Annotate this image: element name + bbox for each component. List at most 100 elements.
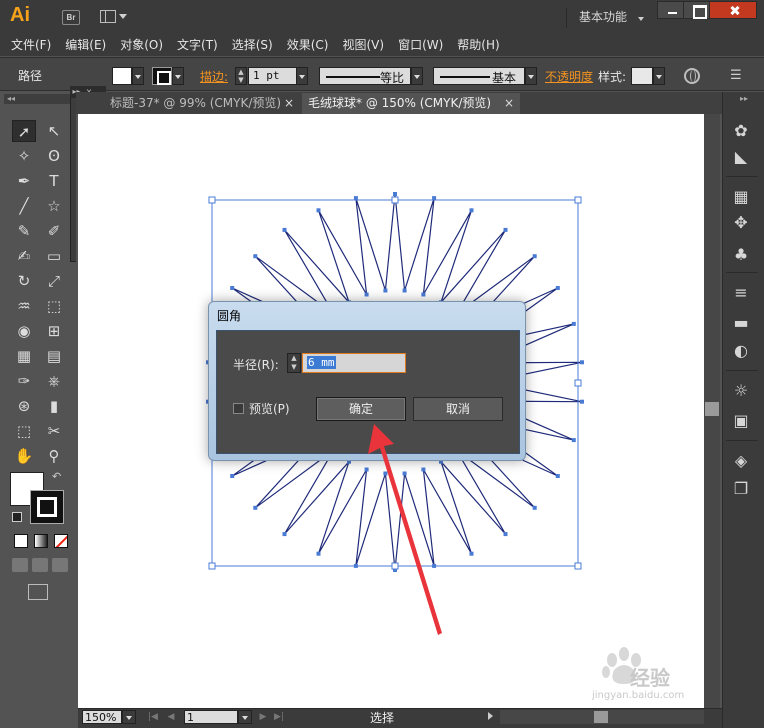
fill-dropdown[interactable] bbox=[132, 67, 144, 85]
next-artboard-icon[interactable]: ▶ bbox=[256, 710, 270, 724]
brush-dropdown[interactable] bbox=[525, 67, 537, 85]
stroke-color-box[interactable] bbox=[30, 490, 64, 524]
previous-artboard-icon[interactable]: ◀ bbox=[164, 710, 178, 724]
menu-edit[interactable]: 编辑(E) bbox=[58, 34, 113, 56]
eraser-icon[interactable]: ▭ bbox=[42, 245, 66, 267]
draw-normal-icon[interactable] bbox=[12, 558, 28, 572]
blob-brush-icon[interactable]: ✍ bbox=[12, 245, 36, 267]
shape-builder-icon[interactable]: ◉ bbox=[12, 320, 36, 342]
rotate-icon[interactable]: ↻ bbox=[12, 270, 36, 292]
radius-field[interactable]: 6 mm bbox=[302, 353, 406, 373]
tab-document-pompom[interactable]: 毛绒球球* @ 150% (CMYK/预览) × bbox=[302, 93, 520, 114]
brushes-icon[interactable]: ✥ bbox=[728, 212, 754, 234]
selection-icon[interactable]: ➚ bbox=[12, 120, 36, 142]
dock-collapse-icon[interactable]: ▸▸ bbox=[740, 94, 748, 103]
scale-icon[interactable]: ⤢ bbox=[42, 270, 66, 292]
zoom-level-field[interactable]: 150% bbox=[82, 710, 122, 724]
stroke-color-swatch[interactable] bbox=[152, 67, 172, 85]
warp-icon[interactable]: ♒ bbox=[12, 295, 36, 317]
pencil-icon[interactable]: ✐ bbox=[42, 220, 66, 242]
preview-label[interactable]: 预览(P) bbox=[249, 400, 290, 417]
cancel-button[interactable]: 取消 bbox=[413, 397, 503, 421]
stroke-icon[interactable]: ≡ bbox=[728, 282, 754, 304]
pen-icon[interactable]: ✒ bbox=[12, 170, 36, 192]
graphic-styles-icon[interactable]: ▣ bbox=[728, 410, 754, 432]
symbols-icon[interactable]: ♣ bbox=[728, 244, 754, 266]
brush-definition[interactable]: 基本 bbox=[433, 67, 525, 85]
graphic-style-dropdown[interactable] bbox=[653, 67, 665, 85]
menu-help[interactable]: 帮助(H) bbox=[450, 34, 506, 56]
menu-object[interactable]: 对象(O) bbox=[113, 34, 170, 56]
menu-type[interactable]: 文字(T) bbox=[170, 34, 225, 56]
current-tool-status[interactable]: 选择 bbox=[370, 709, 394, 727]
arrange-documents-button[interactable] bbox=[100, 10, 128, 25]
workspace-switcher[interactable]: 基本功能 bbox=[566, 8, 650, 28]
direct-selection-icon[interactable]: ↖ bbox=[42, 120, 66, 142]
eyedropper-icon[interactable]: ✑ bbox=[12, 370, 36, 392]
appearance-icon[interactable]: ☼ bbox=[728, 380, 754, 402]
close-window-button[interactable] bbox=[709, 1, 757, 19]
blend-icon[interactable]: ⎈ bbox=[42, 370, 66, 392]
stroke-color-dropdown[interactable] bbox=[172, 67, 184, 85]
swatches-icon[interactable]: ▦ bbox=[728, 186, 754, 208]
color-mode-button[interactable] bbox=[14, 534, 28, 548]
menu-view[interactable]: 视图(V) bbox=[335, 34, 391, 56]
artboard-dropdown[interactable] bbox=[238, 710, 252, 724]
artboards-icon[interactable]: ❐ bbox=[728, 478, 754, 500]
none-mode-button[interactable] bbox=[54, 534, 68, 548]
transparency-icon[interactable]: ◐ bbox=[728, 340, 754, 362]
type-icon[interactable]: T bbox=[42, 170, 66, 192]
mesh-icon[interactable]: ▦ bbox=[12, 345, 36, 367]
preview-checkbox[interactable] bbox=[233, 403, 244, 414]
free-transform-icon[interactable]: ⬚ bbox=[42, 295, 66, 317]
lasso-icon[interactable]: ʘ bbox=[42, 145, 66, 167]
last-artboard-icon[interactable]: ▶| bbox=[272, 710, 286, 724]
tab-document-37[interactable]: 标题-37* @ 99% (CMYK/预览) × bbox=[104, 93, 300, 114]
gradient-icon[interactable]: ▤ bbox=[42, 345, 66, 367]
recolor-artwork-icon[interactable] bbox=[684, 68, 700, 84]
graphic-style-swatch[interactable] bbox=[631, 67, 653, 85]
radius-stepper[interactable]: ▲ ▼ bbox=[287, 353, 301, 373]
perspective-icon[interactable]: ⊞ bbox=[42, 320, 66, 342]
stroke-panel-link[interactable]: 描边: bbox=[200, 68, 228, 85]
variable-width-dropdown[interactable] bbox=[411, 67, 423, 85]
status-menu-arrow-icon[interactable] bbox=[488, 712, 493, 720]
default-fill-stroke-icon[interactable] bbox=[12, 512, 22, 522]
screen-mode-icon[interactable] bbox=[28, 584, 48, 600]
stroke-weight-stepper[interactable]: ▲ ▼ bbox=[235, 67, 247, 85]
menu-window[interactable]: 窗口(W) bbox=[391, 34, 450, 56]
gradient-mode-button[interactable] bbox=[34, 534, 48, 548]
horizontal-scroll-thumb[interactable] bbox=[594, 711, 608, 723]
vertical-scroll-thumb[interactable] bbox=[705, 402, 719, 416]
stroke-weight-dropdown[interactable] bbox=[296, 67, 308, 85]
column-graph-icon[interactable]: ▮ bbox=[42, 395, 66, 417]
opacity-panel-link[interactable]: 不透明度 bbox=[545, 68, 593, 85]
draw-behind-icon[interactable] bbox=[32, 558, 48, 572]
layers-icon[interactable]: ◈ bbox=[728, 450, 754, 472]
slice-icon[interactable]: ✂ bbox=[42, 420, 66, 442]
color-palette-icon[interactable]: ✿ bbox=[728, 120, 754, 142]
draw-inside-icon[interactable] bbox=[52, 558, 68, 572]
menu-effect[interactable]: 效果(C) bbox=[280, 34, 336, 56]
tab-close-icon[interactable]: × bbox=[504, 93, 514, 114]
paintbrush-icon[interactable]: ✎ bbox=[12, 220, 36, 242]
panel-menu-icon[interactable]: ☰ bbox=[730, 68, 742, 83]
symbol-sprayer-icon[interactable]: ⊛ bbox=[12, 395, 36, 417]
variable-width-profile[interactable]: 等比 bbox=[319, 67, 411, 85]
tab-close-icon[interactable]: × bbox=[284, 93, 294, 114]
gradient-icon[interactable]: ▬ bbox=[728, 312, 754, 334]
artboard-number-field[interactable]: 1 bbox=[184, 710, 238, 724]
zoom-dropdown[interactable] bbox=[122, 710, 136, 724]
star-icon[interactable]: ☆ bbox=[42, 195, 66, 217]
ok-button[interactable]: 确定 bbox=[316, 397, 406, 421]
menu-file[interactable]: 文件(F) bbox=[4, 34, 58, 56]
fill-color-swatch[interactable] bbox=[112, 67, 132, 85]
line-icon[interactable]: ╱ bbox=[12, 195, 36, 217]
swap-fill-stroke-icon[interactable]: ↶ bbox=[52, 470, 61, 483]
hand-icon[interactable]: ✋ bbox=[12, 445, 36, 467]
zoom-icon[interactable]: ⚲ bbox=[42, 445, 66, 467]
first-artboard-icon[interactable]: |◀ bbox=[146, 710, 160, 724]
tools-panel-header[interactable]: ◂◂ bbox=[4, 94, 72, 104]
artboard-icon[interactable]: ⬚ bbox=[12, 420, 36, 442]
menu-select[interactable]: 选择(S) bbox=[225, 34, 280, 56]
